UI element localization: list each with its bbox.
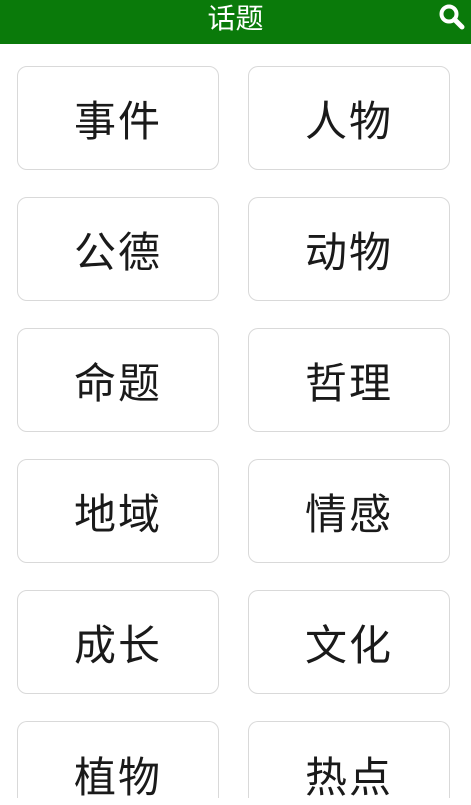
topic-label: 人物 [304,96,393,146]
topic-label: 动物 [304,227,393,277]
topic-tile-plants[interactable]: 植物 [17,721,219,802]
topic-label: 文化 [304,620,393,670]
topic-label: 事件 [73,96,162,146]
topic-grid: 事件 人物 公德 动物 命题 哲理 地域 情感 成长 文化 植物 热点 [0,0,471,802]
topic-label: 命题 [73,358,162,408]
topic-tile-culture[interactable]: 文化 [248,590,450,694]
topic-tile-event[interactable]: 事件 [17,66,219,170]
topic-label: 热点 [304,752,393,802]
topic-label: 地域 [73,489,162,539]
topic-tile-animals[interactable]: 动物 [248,197,450,301]
topic-tile-public-morality[interactable]: 公德 [17,197,219,301]
topic-tile-emotion[interactable]: 情感 [248,459,450,563]
topic-label: 成长 [73,620,162,670]
topic-tile-growth[interactable]: 成长 [17,590,219,694]
topic-label: 哲理 [304,358,393,408]
topic-label: 情感 [304,489,393,539]
topic-label: 植物 [73,752,162,802]
topic-tile-hot-topics[interactable]: 热点 [248,721,450,802]
topic-label: 公德 [73,227,162,277]
topic-tile-region[interactable]: 地域 [17,459,219,563]
topic-tile-philosophy[interactable]: 哲理 [248,328,450,432]
topic-tile-people[interactable]: 人物 [248,66,450,170]
topic-tile-proposition[interactable]: 命题 [17,328,219,432]
